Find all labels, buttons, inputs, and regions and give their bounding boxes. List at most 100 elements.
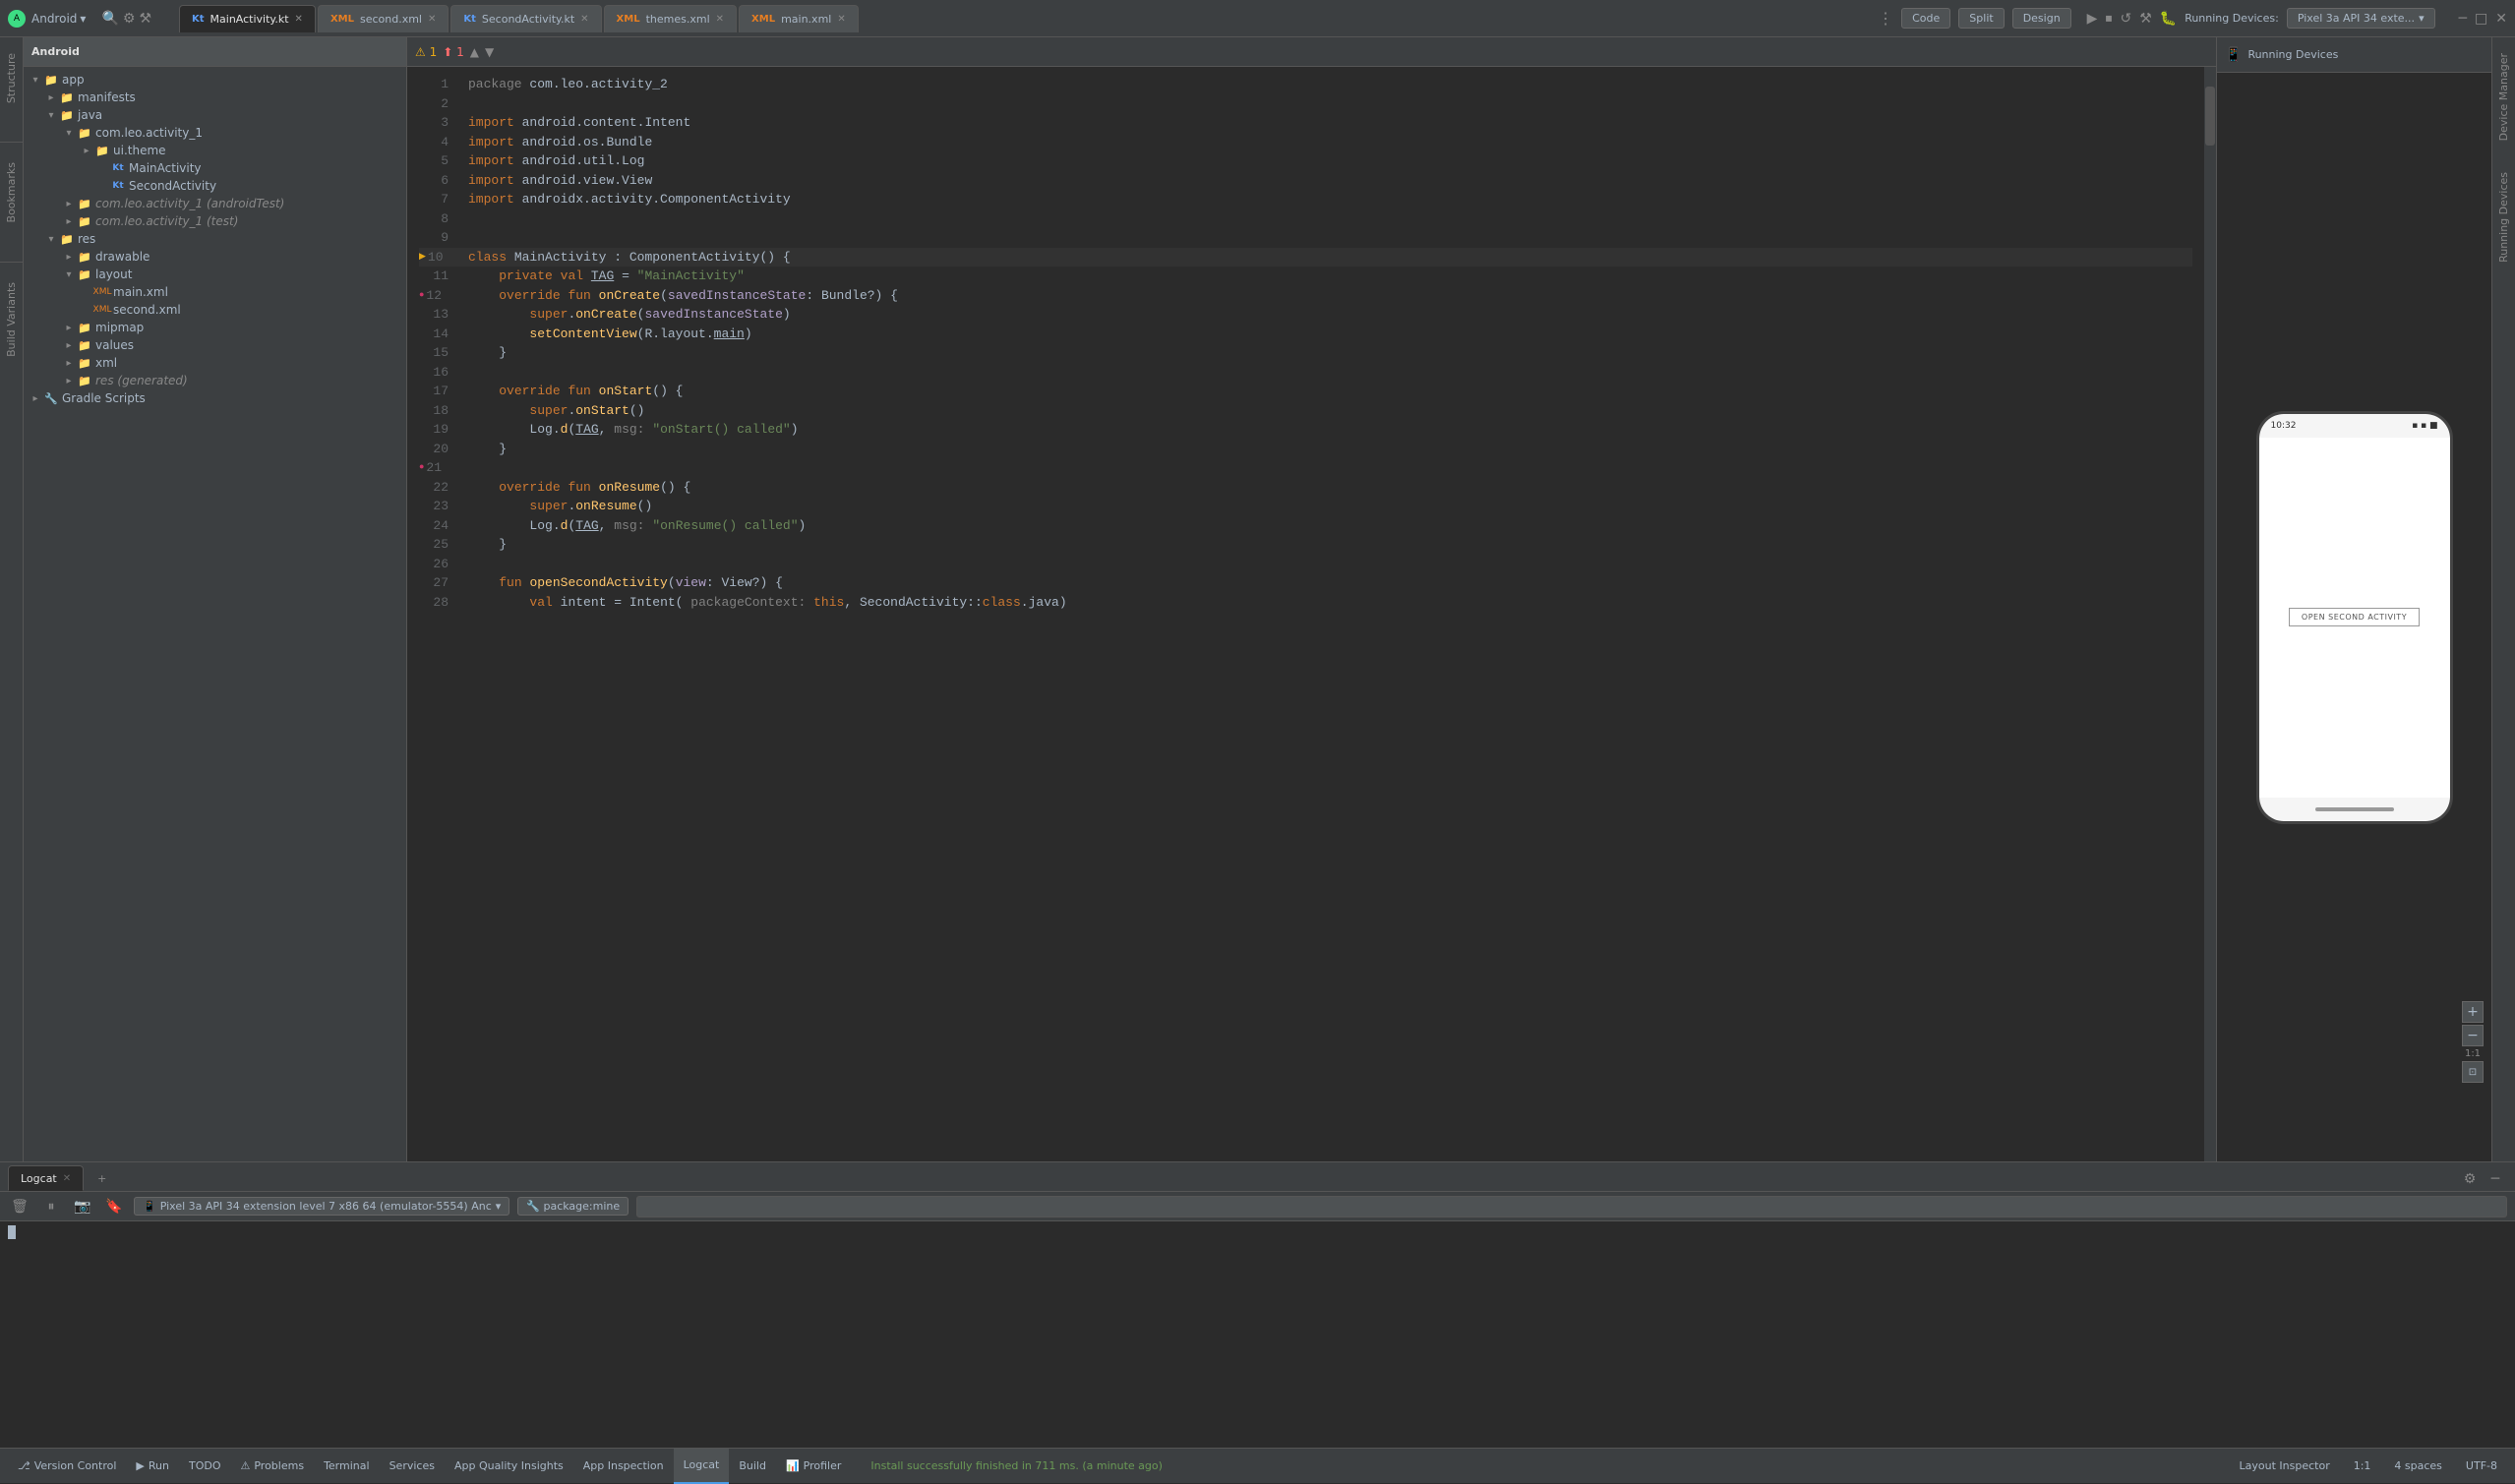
build-status[interactable]: Build [729,1449,776,1484]
tab-close[interactable]: ✕ [295,14,303,25]
tree-item-main-xml[interactable]: XML main.xml [24,283,406,301]
tree-item-second-activity[interactable]: Kt SecondActivity [24,177,406,195]
tree-item-drawable[interactable]: ▸ 📁 drawable [24,248,406,266]
code-view-button[interactable]: Code [1901,8,1950,29]
tab-main-activity-kt[interactable]: Kt MainActivity.kt ✕ [179,5,316,32]
clear-logcat-button[interactable]: 🗑 [8,1195,31,1218]
device-manager-label[interactable]: Device Manager [2494,37,2513,156]
run-status[interactable]: ▶ Run [126,1449,179,1484]
profiler-status[interactable]: 📊 Profiler [776,1449,851,1484]
logcat-search-input[interactable] [636,1196,2507,1217]
tree-item-test[interactable]: ▸ 📁 com.leo.activity_1 (test) [24,212,406,230]
app-quality-insights-status[interactable]: App Quality Insights [445,1449,573,1484]
tree-item-ui-theme[interactable]: ▸ 📁 ui.theme [24,142,406,159]
more-options-icon[interactable]: ⋮ [1878,9,1893,28]
pause-logcat-button[interactable]: ⏸ [39,1195,63,1218]
zoom-fit-button[interactable]: ⊡ [2462,1061,2484,1083]
zoom-in-button[interactable]: + [2462,1001,2484,1023]
device-dropdown-arrow: ▾ [2419,12,2425,25]
position-status[interactable]: 1:1 [2344,1449,2381,1484]
device-selector-logcat[interactable]: 📱 Pixel 3a API 34 extension level 7 x86 … [134,1197,509,1216]
minimize-icon[interactable]: ─ [2459,11,2467,27]
tab-second-activity-kt[interactable]: Kt SecondActivity.kt ✕ [450,5,601,32]
nav-up[interactable]: ▲ [470,45,479,59]
tab-themes-xml[interactable]: XML themes.xml ✕ [604,5,737,32]
tree-item-app[interactable]: ▾ 📁 app [24,71,406,89]
tree-item-res-generated[interactable]: ▸ 📁 res (generated) [24,372,406,389]
tab-close[interactable]: ✕ [580,14,588,25]
editor-scrollbar[interactable] [2204,67,2216,1161]
tab-close[interactable]: ✕ [428,14,436,25]
zoom-out-button[interactable]: − [2462,1025,2484,1046]
main-area: Structure Bookmarks Build Variants Andro… [0,37,2515,1161]
tab-main-xml[interactable]: XML main.xml ✕ [739,5,859,32]
screenshot-button[interactable]: 📷 [71,1195,94,1218]
problems-status[interactable]: ⚠ Problems [230,1449,314,1484]
build-icon[interactable]: ⚒ [139,11,151,27]
tree-item-main-activity[interactable]: Kt MainActivity [24,159,406,177]
code-label: Code [1912,12,1940,25]
version-control-status[interactable]: ⎇ Version Control [8,1449,126,1484]
bookmark-button[interactable]: 🔖 [102,1195,126,1218]
tree-item-second-xml[interactable]: XML second.xml [24,301,406,319]
logcat-tab-close[interactable]: ✕ [63,1173,71,1184]
code-line-28: 28 val intent = Intent( packageContext: … [419,593,2192,613]
tree-arrow-gradle: ▸ [28,393,43,404]
structure-label[interactable]: Structure [2,37,21,119]
app-inspection-status[interactable]: App Inspection [573,1449,674,1484]
logcat-toolbar: 🗑 ⏸ 📷 🔖 📱 Pixel 3a API 34 extension leve… [0,1192,2515,1221]
layout-inspector-status[interactable]: Layout Inspector [2230,1449,2340,1484]
encoding-status[interactable]: UTF-8 [2456,1449,2507,1484]
search-icon[interactable]: 🔍 [101,11,118,27]
sync-icon[interactable]: ↺ [2120,11,2131,27]
code-line-15: 15 } [419,343,2192,363]
package-filter[interactable]: 🔧 package:mine [517,1197,629,1216]
logcat-settings[interactable]: ⚙ [2458,1167,2482,1191]
open-second-activity-button[interactable]: OPEN SECOND ACTIVITY [2289,608,2420,626]
tree-item-java[interactable]: ▾ 📁 java [24,106,406,124]
tree-item-android-test[interactable]: ▸ 📁 com.leo.activity_1 (androidTest) [24,195,406,212]
tab-close[interactable]: ✕ [837,14,845,25]
error-indicator[interactable]: ⬆ 1 [443,45,464,59]
close-icon[interactable]: ✕ [2495,11,2507,27]
tab-second-xml[interactable]: XML second.xml ✕ [318,5,449,32]
nav-down[interactable]: ▼ [485,45,494,59]
design-view-button[interactable]: Design [2012,8,2071,29]
device-selector[interactable]: Pixel 3a API 34 exte... ▾ [2287,8,2435,29]
tab-close[interactable]: ✕ [716,14,724,25]
indent-status[interactable]: 4 spaces [2384,1449,2452,1484]
logcat-close[interactable]: ─ [2484,1167,2507,1191]
project-dropdown[interactable]: Android ▾ [31,12,86,26]
folder-icon-res: 📁 [59,232,75,246]
logcat-tab[interactable]: Logcat ✕ [8,1165,84,1191]
logcat-status[interactable]: Logcat [674,1449,730,1484]
tree-item-gradle[interactable]: ▸ 🔧 Gradle Scripts [24,389,406,407]
warning-indicator[interactable]: ⚠ 1 [415,45,437,59]
bookmarks-label[interactable]: Bookmarks [2,147,21,238]
todo-status[interactable]: TODO [179,1449,231,1484]
tree-item-mipmap[interactable]: ▸ 📁 mipmap [24,319,406,336]
add-tab[interactable]: + [86,1165,118,1191]
tree-item-manifests[interactable]: ▸ 📁 manifests [24,89,406,106]
xml-icon-second: XML [94,303,110,317]
code-line-25: 25 } [419,535,2192,555]
logcat-cursor [8,1225,16,1239]
services-status[interactable]: Services [380,1449,445,1484]
stop-icon[interactable]: ⏹ [2105,11,2112,27]
maximize-icon[interactable]: □ [2475,11,2487,27]
settings-icon[interactable]: ⚙ [123,11,136,27]
code-area[interactable]: 1 package com.leo.activity_2 2 3 import … [407,67,2204,1161]
terminal-status[interactable]: Terminal [314,1449,380,1484]
debug-icon[interactable]: 🐛 [2160,11,2177,27]
tree-item-xml[interactable]: ▸ 📁 xml [24,354,406,372]
split-view-button[interactable]: Split [1958,8,2004,29]
code-line-27: 27 fun openSecondActivity(view: View?) { [419,573,2192,593]
tree-item-res[interactable]: ▾ 📁 res [24,230,406,248]
tree-item-values[interactable]: ▸ 📁 values [24,336,406,354]
running-devices-label[interactable]: Running Devices [2494,156,2513,278]
build-variants-label[interactable]: Build Variants [2,267,21,373]
run-icon[interactable]: ▶ [2087,11,2098,27]
tree-item-layout[interactable]: ▾ 📁 layout [24,266,406,283]
tree-item-package[interactable]: ▾ 📁 com.leo.activity_1 [24,124,406,142]
build-action-icon[interactable]: ⚒ [2139,11,2152,27]
